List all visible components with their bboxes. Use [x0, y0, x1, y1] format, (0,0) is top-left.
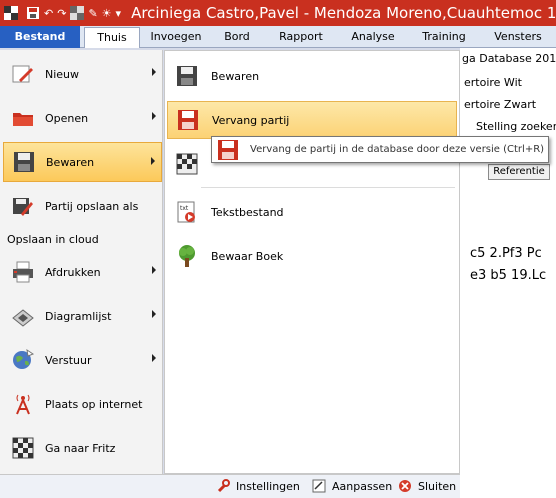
submenu-item-label: Bewaar Boek	[211, 249, 284, 263]
close-label: Sluiten	[418, 479, 457, 493]
floppy-red-icon	[174, 106, 202, 134]
tab-bestand[interactable]: Bestand	[0, 26, 80, 48]
menu-item-save-as[interactable]: Partij opslaan als	[3, 186, 162, 226]
chess-app-icon[interactable]	[4, 5, 18, 21]
menu-item-label: Ga naar Fritz	[45, 441, 116, 455]
menu-item-publish[interactable]: Plaats op internet	[3, 384, 162, 424]
submenu-item-label: Tekstbestand	[211, 205, 284, 219]
floppy-red-icon	[216, 138, 240, 162]
board-icon[interactable]	[70, 5, 85, 21]
chevron-right-icon	[152, 68, 156, 76]
chessboard-icon	[9, 302, 37, 330]
tab-training[interactable]: Training	[412, 27, 476, 48]
antenna-icon	[9, 390, 37, 418]
customize-button[interactable]: Aanpassen	[312, 479, 392, 493]
menu-item-open[interactable]: Openen	[3, 98, 162, 138]
redo-icon[interactable]: ↷	[57, 5, 66, 21]
menu-item-go-to-fritz[interactable]: Ga naar Fritz	[3, 428, 162, 468]
menu-bottom-bar: Instellingen Aanpassen Sluiten	[0, 474, 460, 498]
window-title: Arciniega Castro,Pavel - Mendoza Moreno,…	[131, 4, 556, 22]
panel-row-repertoire-black[interactable]: ertoire Zwart	[464, 98, 536, 111]
divider	[201, 187, 455, 188]
panel-row-position-search[interactable]: Stelling zoeken	[476, 120, 556, 133]
bulb-icon[interactable]: ☀	[102, 5, 112, 21]
menu-item-label: Bewaren	[46, 155, 95, 169]
chevron-right-icon	[152, 112, 156, 120]
chevron-right-icon	[151, 157, 155, 165]
floppy-icon	[173, 62, 201, 90]
engine-icon[interactable]: ✎	[88, 5, 97, 21]
ribbon-tabs: Bestand Thuis Invoegen Bord Rapport Anal…	[0, 26, 556, 48]
tree-icon	[173, 242, 201, 270]
menu-item-label: Partij opslaan als	[45, 199, 139, 213]
menu-item-label: Nieuw	[45, 67, 80, 81]
customize-icon	[312, 479, 326, 493]
moves-line-2[interactable]: e3 b5 19.Lc	[470, 268, 546, 283]
menu-item-label: Diagramlijst	[45, 309, 112, 323]
menu-item-label: Afdrukken	[45, 265, 101, 279]
panel-row-repertoire-white[interactable]: ertoire Wit	[464, 76, 522, 89]
menu-item-label: Plaats op internet	[45, 397, 143, 411]
dropdown-icon[interactable]: ▾	[116, 5, 122, 21]
submenu-item-replace-game[interactable]: Vervang partij	[167, 101, 457, 139]
chessboard-icon	[173, 150, 201, 178]
title-bar: ↶ ↷ ✎ ☀ ▾ Arciniega Castro,Pavel - Mendo…	[0, 0, 556, 26]
save-icon[interactable]	[26, 5, 40, 21]
tab-rapport[interactable]: Rapport	[270, 27, 332, 48]
chessboard-icon	[9, 434, 37, 462]
folder-icon	[9, 104, 37, 132]
submenu-item-label: Vervang partij	[212, 113, 290, 127]
menu-item-label: Openen	[45, 111, 89, 125]
tooltip-text: Vervang de partij in de database door de…	[250, 144, 545, 155]
save-submenu: Bewaren Vervang partij txt Tekstbestand …	[164, 50, 460, 474]
tooltip: Vervang de partij in de database door de…	[211, 136, 549, 163]
file-menu: Nieuw Openen Bewaren Partij opslaan als …	[0, 50, 163, 474]
undo-icon[interactable]: ↶	[44, 5, 53, 21]
chevron-right-icon	[152, 354, 156, 362]
cloud-save-label[interactable]: Opslaan in cloud	[7, 233, 99, 246]
settings-label: Instellingen	[236, 479, 300, 493]
menu-item-label: Verstuur	[45, 353, 92, 367]
menu-item-send[interactable]: Verstuur	[3, 340, 162, 380]
moves-line-1[interactable]: c5 2.Pf3 Pc	[470, 246, 542, 261]
menu-item-print[interactable]: Afdrukken	[3, 252, 162, 292]
text-file-icon: txt	[173, 198, 201, 226]
customize-label: Aanpassen	[332, 479, 393, 493]
floppy-icon	[10, 148, 38, 176]
submenu-item-save[interactable]: Bewaren	[167, 57, 457, 95]
menu-item-new[interactable]: Nieuw	[3, 54, 162, 94]
wrench-icon	[216, 479, 230, 493]
reference-button[interactable]: Referentie	[488, 164, 550, 180]
submenu-item-label: Bewaren	[211, 69, 260, 83]
pencil-icon	[9, 60, 37, 88]
tab-vensters[interactable]: Vensters	[486, 27, 550, 48]
settings-button[interactable]: Instellingen	[216, 479, 300, 493]
tab-invoegen[interactable]: Invoegen	[144, 27, 208, 48]
submenu-item-text-file[interactable]: txt Tekstbestand	[167, 193, 457, 231]
submenu-item-save-book[interactable]: Bewaar Boek	[167, 237, 457, 275]
tab-bord[interactable]: Bord	[212, 27, 262, 48]
menu-item-save[interactable]: Bewaren	[3, 142, 162, 182]
chevron-right-icon	[152, 266, 156, 274]
menu-item-diagram-list[interactable]: Diagramlijst	[3, 296, 162, 336]
globe-icon	[9, 346, 37, 374]
floppy-pencil-icon	[9, 192, 37, 220]
chevron-right-icon	[152, 310, 156, 318]
printer-icon	[9, 258, 37, 286]
tab-thuis[interactable]: Thuis	[84, 27, 140, 48]
svg-text:txt: txt	[180, 205, 189, 212]
close-icon	[398, 479, 412, 493]
panel-row-database[interactable]: ga Database 201	[462, 52, 556, 65]
close-button[interactable]: Sluiten	[398, 479, 456, 493]
tab-analyse[interactable]: Analyse	[342, 27, 404, 48]
